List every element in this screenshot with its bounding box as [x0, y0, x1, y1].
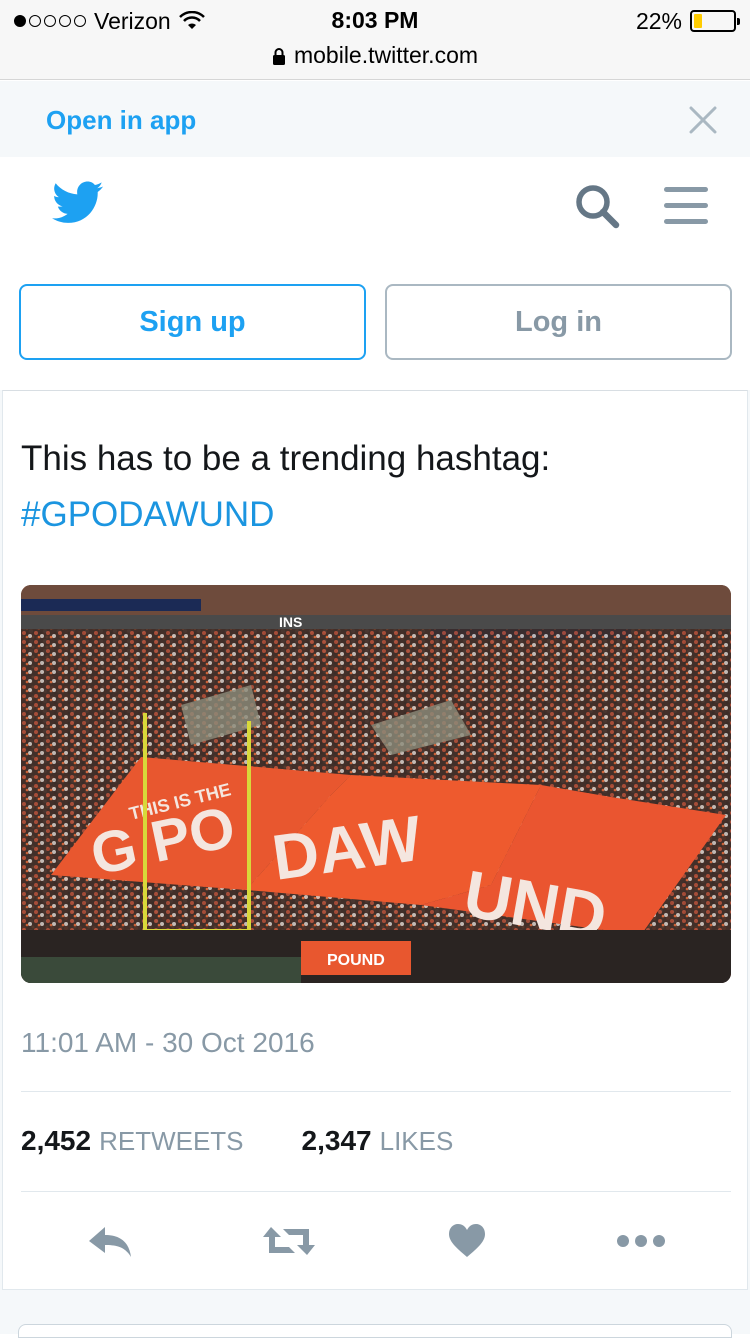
likes-count: 2,347: [301, 1125, 372, 1156]
stadium-photo: INS THIS IS THE G PO DAW UND POUND: [21, 585, 731, 983]
tweet-text: This has to be a trending hashtag: #GPOD…: [21, 431, 721, 543]
sign-text: POUND: [327, 952, 385, 969]
likes-label: LIKES: [379, 1126, 454, 1156]
tweet-timestamp[interactable]: 11:01 AM - 30 Oct 2016: [21, 1027, 315, 1059]
tweet-stats: 2,452 RETWEETS 2,347 LIKES: [21, 1125, 453, 1157]
hashtag-link[interactable]: #GPODAWUND: [21, 487, 721, 543]
open-in-app-banner: Open in app: [0, 81, 750, 157]
log-in-button[interactable]: Log in: [385, 284, 732, 360]
divider: [21, 1191, 731, 1192]
scoreboard-text: INS: [279, 614, 302, 630]
divider: [21, 1091, 731, 1092]
search-icon[interactable]: [574, 183, 620, 229]
open-in-app-link[interactable]: Open in app: [46, 105, 196, 136]
twitter-bird-icon[interactable]: [52, 181, 104, 225]
likes-stat[interactable]: 2,347 LIKES: [302, 1125, 454, 1157]
battery-icon: [690, 10, 740, 32]
lock-icon: [272, 47, 285, 65]
more-icon[interactable]: [615, 1223, 667, 1259]
tweet-photo[interactable]: INS THIS IS THE G PO DAW UND POUND: [21, 585, 731, 983]
address-bar[interactable]: mobile.twitter.com: [0, 42, 750, 69]
heart-icon[interactable]: [447, 1223, 487, 1259]
retweets-count: 2,452: [21, 1125, 92, 1156]
retweets-stat[interactable]: 2,452 RETWEETS: [21, 1125, 244, 1157]
retweets-label: RETWEETS: [99, 1126, 244, 1156]
url-text: mobile.twitter.com: [293, 42, 479, 68]
battery-indicator: 22%: [635, 7, 740, 34]
status-bar: Verizon 8:03 PM 22% mobile.twitter.com: [0, 0, 750, 80]
tweet-body: This has to be a trending hashtag:: [21, 439, 551, 478]
tweet-actions: [3, 1217, 749, 1277]
reply-icon[interactable]: [87, 1223, 133, 1259]
menu-icon[interactable]: [662, 185, 710, 225]
close-icon[interactable]: [688, 105, 718, 135]
tweet-card: This has to be a trending hashtag: #GPOD…: [2, 390, 748, 1290]
retweet-icon[interactable]: [261, 1223, 317, 1259]
next-card-edge: [18, 1324, 732, 1338]
site-header: [0, 157, 750, 267]
sign-up-button[interactable]: Sign up: [19, 284, 366, 360]
battery-percent: 22%: [635, 7, 682, 34]
